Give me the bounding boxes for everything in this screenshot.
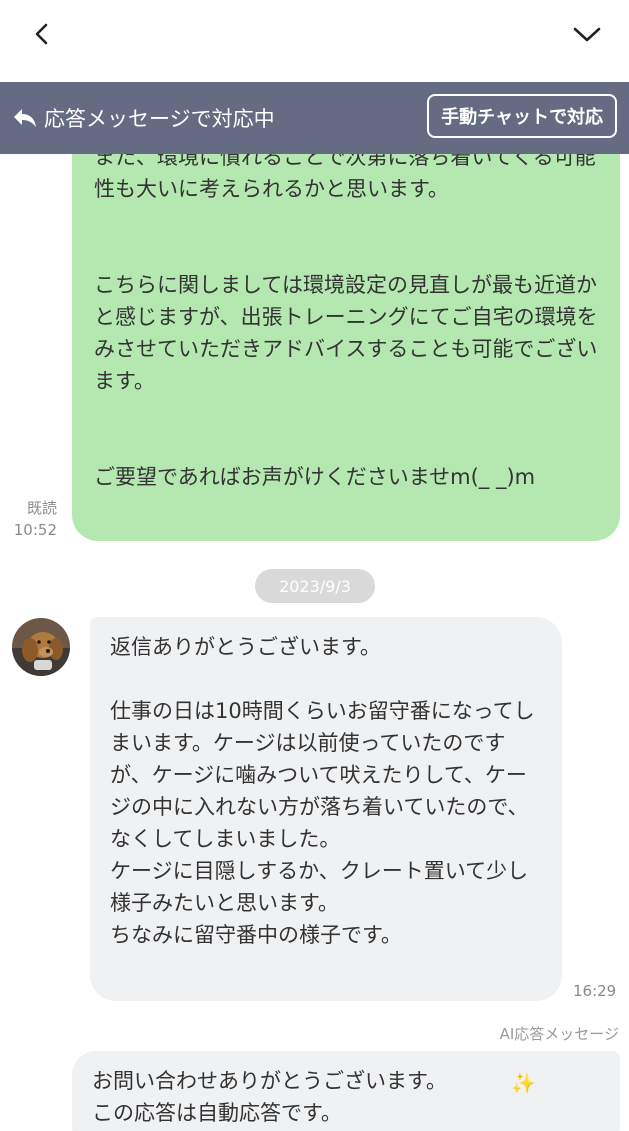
chevron-down-icon [573, 27, 601, 42]
sparkle-icon: ✨ [511, 1071, 536, 1095]
reply-arrow-icon [14, 109, 36, 127]
incoming-message-bubble: 返信ありがとうございます。 仕事の日は10時間くらいお留守番になってしまいます。… [90, 617, 562, 1001]
chat-area[interactable]: また、環境に慣れることで次第に落ち着いてくる可能性も大いに考えられるかと思います… [0, 0, 629, 1131]
auto-response-text-content: お問い合わせありがとうございます。 この応答は自動応答です。 [92, 1069, 447, 1125]
back-button[interactable] [22, 14, 62, 54]
dog-avatar[interactable] [12, 618, 70, 676]
incoming-message-text: 返信ありがとうございます。 仕事の日は10時間くらいお留守番になってしまいます。… [110, 635, 535, 947]
chevron-left-icon [35, 23, 48, 45]
message-meta: 既読 10:52 [14, 497, 57, 541]
collapse-button[interactable] [567, 14, 607, 54]
outgoing-message-bubble: また、環境に慣れることで次第に落ち着いてくる可能性も大いに考えられるかと思います… [72, 100, 620, 541]
outgoing-message-text: また、環境に慣れることで次第に落ち着いてくる可能性も大いに考えられるかと思います… [94, 145, 598, 489]
read-receipt: 既読 [26, 499, 57, 517]
banner-status-text: 応答メッセージで対応中 [44, 107, 275, 131]
ai-response-label: AI応答メッセージ [499, 1025, 619, 1043]
chat-screen: また、環境に慣れることで次第に落ち着いてくる可能性も大いに考えられるかと思います… [0, 0, 629, 1131]
response-mode-banner: 応答メッセージで対応中 手動チャットで対応 [0, 82, 629, 154]
incoming-message-time: 16:29 [573, 982, 617, 1000]
dog-avatar-image [12, 618, 70, 676]
manual-chat-button[interactable]: 手動チャットで対応 [427, 94, 617, 138]
top-navigation [0, 0, 629, 82]
date-separator: 2023/9/3 [255, 569, 375, 603]
banner-status: 応答メッセージで対応中 [12, 103, 275, 133]
auto-response-bubble: お問い合わせありがとうございます。 この応答は自動応答です。 ✨ [72, 1051, 620, 1131]
message-time: 10:52 [13, 521, 57, 539]
